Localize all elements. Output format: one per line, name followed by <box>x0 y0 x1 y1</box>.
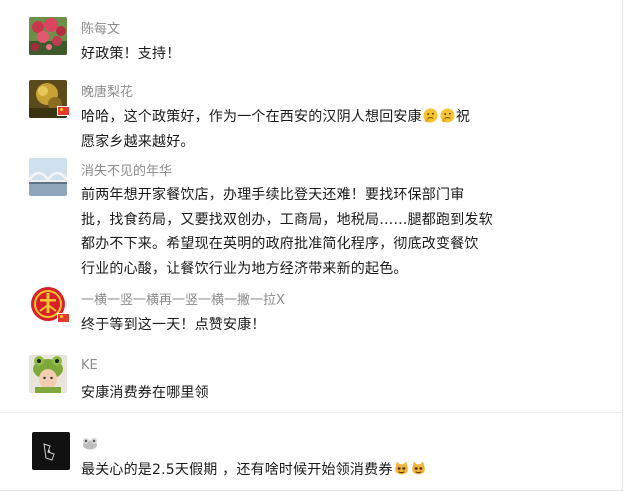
flag-badge-icon <box>57 106 70 116</box>
comment-text: 前两年想开家餐饮店，办理手续比登天还难！要找环保部门审 批，找食药局，又要找双创… <box>81 183 501 281</box>
avatar[interactable] <box>29 355 67 393</box>
comment-username[interactable]: 晚唐梨花 <box>81 81 133 100</box>
comment-list: 陈每文 好政策！支持！ 晚唐梨花 哈哈，这个政策好，作为一个在西安的汉阴人想回安… <box>0 0 623 491</box>
comment-line: 终于等到这一天！点赞安康！ <box>81 317 266 333</box>
comment-username[interactable]: 陈每文 <box>81 18 120 37</box>
comment-line-suffix: 祝 <box>455 109 471 125</box>
comment-line: 都办不下来。希望现在英明的政府批准简化程序，彻底改变餐饮 <box>81 236 479 252</box>
comment-username[interactable]: 一横一竖一横再一竖一横一撇一拉X <box>81 289 285 308</box>
frog-hat-child-avatar-image <box>29 355 67 393</box>
dark-avatar-image <box>32 432 70 470</box>
comment-line: 前两年想开家餐饮店，办理手续比登天还难！要找环保部门审 <box>81 187 465 203</box>
comment-line: 愿家乡越来越好。 <box>81 133 195 150</box>
comment-line: 行业的心酸，让餐饮行业为地方经济带来新的起色。 <box>81 260 408 277</box>
comment-username[interactable]: 消失不见的年华 <box>81 160 172 179</box>
comment-line: 批，找食药局，又要找双创办，工商局，地税局……腿都跑到发软 <box>81 211 493 228</box>
avatar[interactable] <box>29 17 67 55</box>
cat-face-icon <box>411 461 425 475</box>
thinking-face-icon <box>423 108 438 123</box>
flower-avatar-image <box>29 17 67 55</box>
comment-line: 好政策！支持！ <box>81 46 181 62</box>
comment-line: 最关心的是2.5天假期 ，还有啥时候开始领消费券 <box>81 462 393 478</box>
frog-face-icon <box>83 438 97 450</box>
bridge-avatar-image <box>29 158 67 196</box>
comment-line: 哈哈，这个政策好，作为一个在西安的汉阴人想回安康 <box>81 109 422 125</box>
divider <box>0 412 622 413</box>
comment-text: 安康消费券在哪里领 <box>81 381 501 406</box>
comment-username[interactable]: KE <box>81 358 98 373</box>
comment-text: 哈哈，这个政策好，作为一个在西安的汉阴人想回安康 祝 愿家乡越来越好。 <box>81 105 501 154</box>
comment-line: 安康消费券在哪里领 <box>81 385 209 401</box>
flag-badge-icon <box>57 313 70 323</box>
cat-face-icon <box>394 461 408 475</box>
avatar[interactable] <box>32 432 70 470</box>
avatar[interactable] <box>29 158 67 196</box>
comment-text: 好政策！支持！ <box>81 42 501 67</box>
comment-text: 最关心的是2.5天假期 ，还有啥时候开始领消费券 <box>81 458 521 483</box>
comment-text: 终于等到这一天！点赞安康！ <box>81 313 501 338</box>
thinking-face-icon <box>440 108 455 123</box>
